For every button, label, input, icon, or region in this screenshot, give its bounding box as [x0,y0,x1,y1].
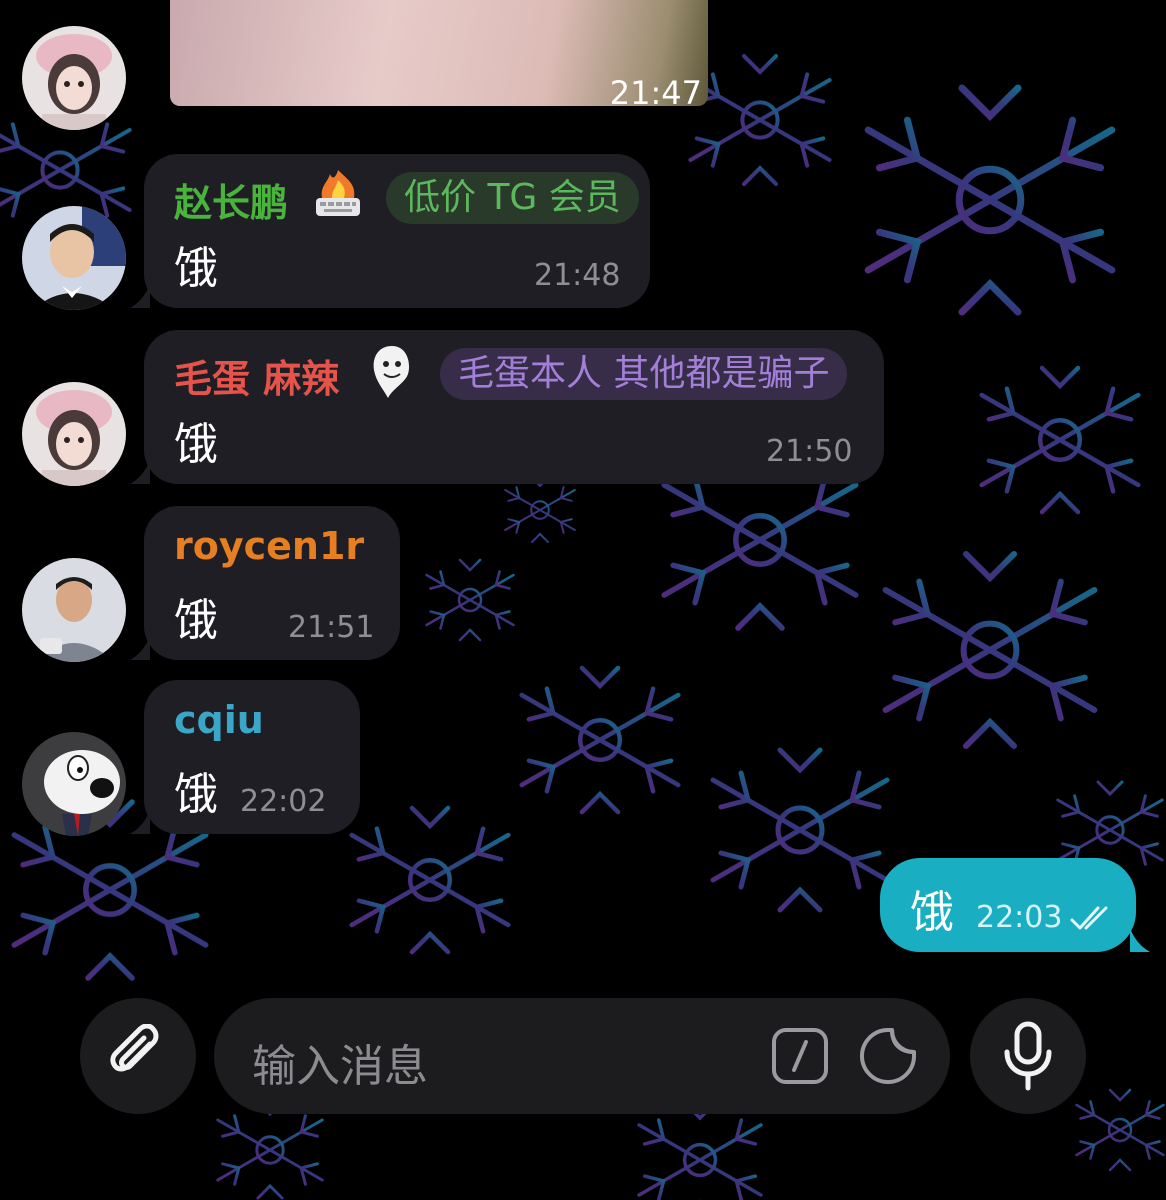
message-input[interactable]: 输入消息 [252,1030,428,1094]
message-input-bar[interactable]: 输入消息 [214,998,950,1114]
message-bubble[interactable]: cqiu 饿 22:02 [130,680,360,834]
message-text: 饿 [174,595,218,646]
avatar-maodan[interactable] [22,26,126,130]
sticker-icon[interactable] [858,1026,918,1086]
slash-command-icon[interactable] [770,1026,830,1086]
avatar-maodan[interactable] [22,382,126,486]
member-tag: 低价 TG 会员 [386,172,639,224]
message-text: 饿 [174,769,218,820]
message-time: 21:47 [609,74,702,106]
message-time: 22:03 [976,900,1063,935]
sender-name[interactable]: 毛蛋 麻辣 [174,348,339,403]
avatar-zhaochangpeng[interactable] [22,206,126,310]
ghost-sticker-icon [373,346,410,398]
message-time: 21:50 [766,434,853,469]
fire-keyboard-icon [316,170,360,216]
message-bubble[interactable]: 赵长鹏 低价 TG 会员 饿 21:48 [130,154,650,308]
microphone-icon [1004,1021,1052,1091]
message-text: 饿 [910,887,954,938]
message-bubble[interactable]: 毛蛋 麻辣 毛蛋本人 其他都是骗子 饿 21:50 [130,330,884,484]
message-bubble[interactable]: roycen1r 饿 21:51 [130,506,400,660]
paperclip-icon [110,1024,159,1072]
sender-name[interactable]: cqiu [174,698,264,742]
message-time: 21:48 [534,258,621,293]
message-text: 饿 [174,419,218,470]
attach-button[interactable] [80,998,196,1114]
avatar-cqiu[interactable] [22,732,126,836]
outgoing-message-bubble[interactable]: 饿 22:03 [880,858,1150,952]
member-tag: 毛蛋本人 其他都是骗子 [440,348,848,400]
message-time: 22:02 [240,784,327,819]
message-text: 饿 [174,243,218,294]
avatar-roycen1r[interactable] [22,558,126,662]
double-check-icon [1070,906,1108,930]
message-time: 21:51 [288,610,375,645]
voice-message-button[interactable] [970,998,1086,1114]
photo-message[interactable]: 21:47 [170,0,708,106]
sender-name[interactable]: 赵长鹏 [174,172,288,227]
sender-name[interactable]: roycen1r [174,524,364,568]
